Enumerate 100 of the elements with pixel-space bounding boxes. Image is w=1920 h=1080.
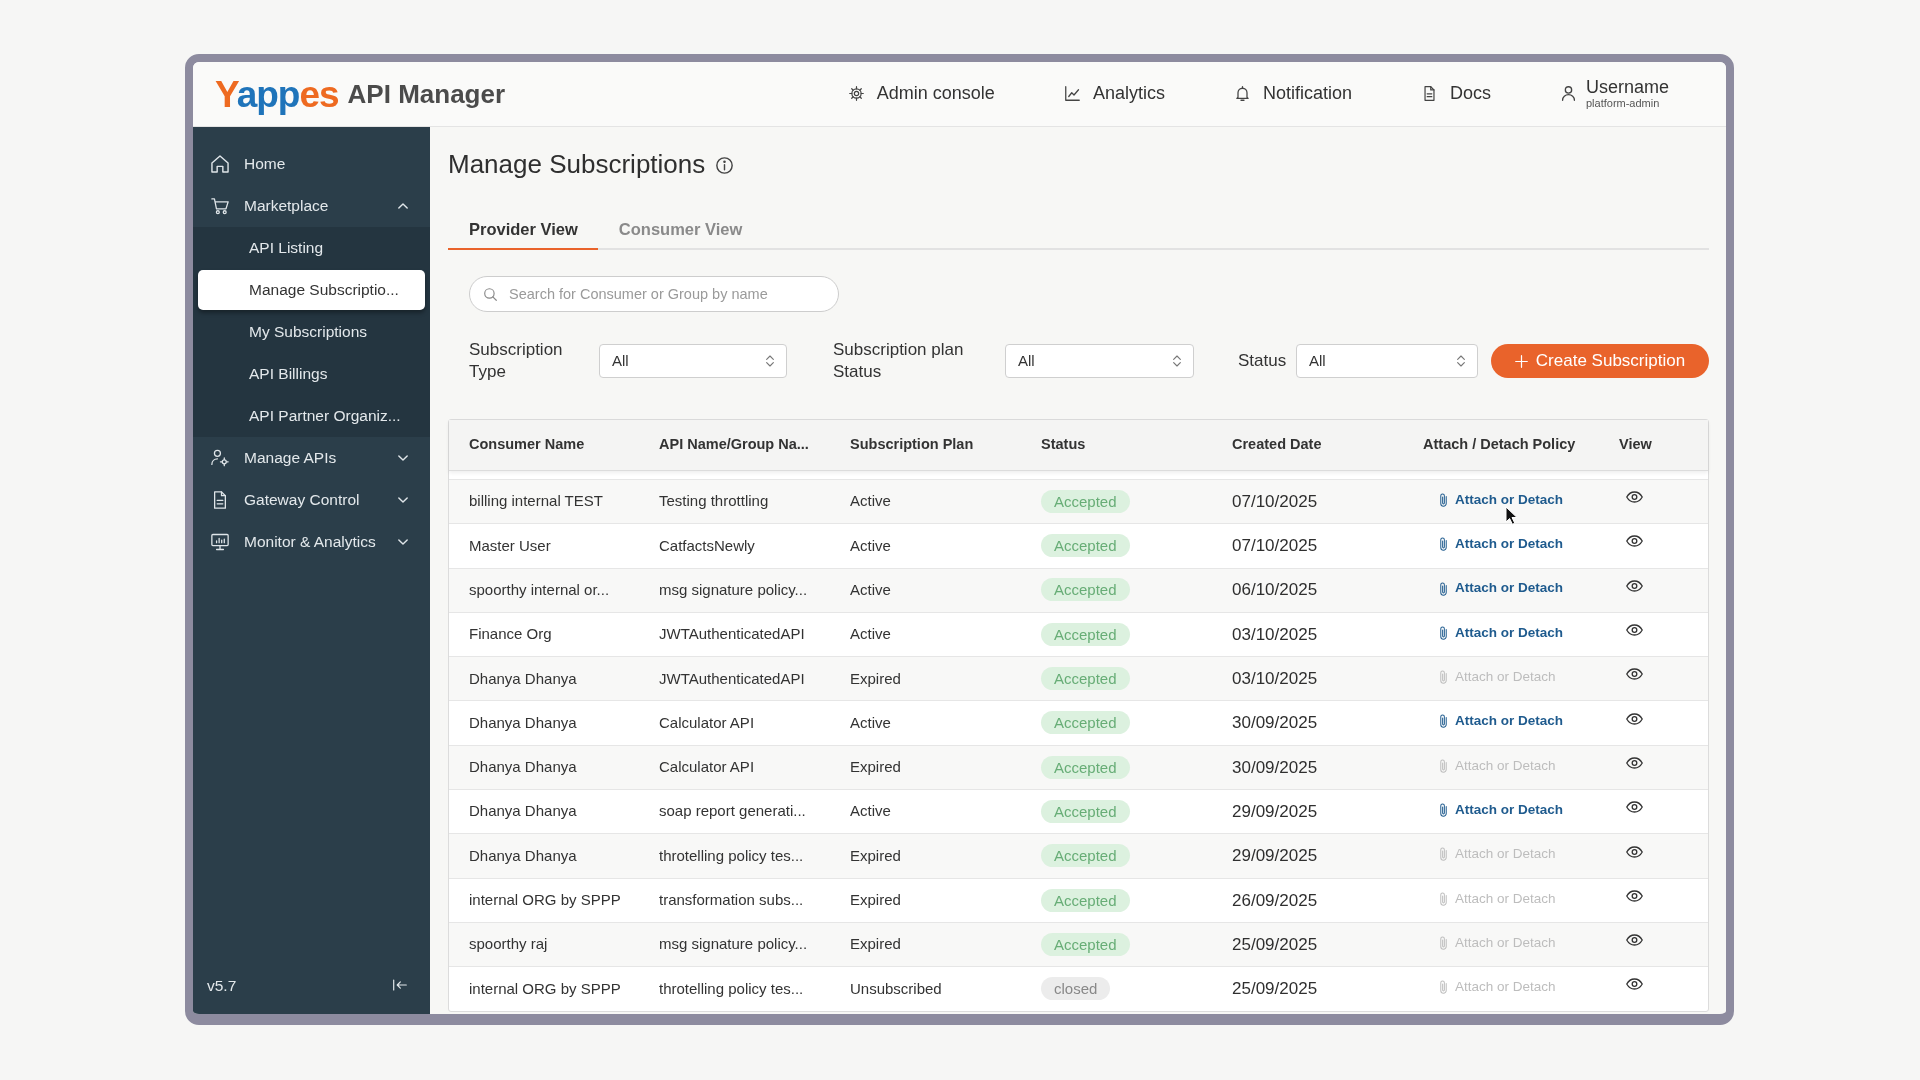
column-header: Attach / Detach Policy [1423,435,1577,455]
status-badge: Accepted [1041,667,1130,691]
table-cell-text: 07/10/2025 [1232,490,1319,513]
app-name: API Manager [347,77,506,111]
column-header: Status [1041,435,1087,455]
gear-icon [848,86,864,102]
paperclip-icon [1440,670,1447,685]
eye-icon[interactable] [1626,978,1643,991]
table-cell-text: soap report generati... [659,801,807,822]
paperclip-icon [1440,980,1447,995]
status-badge: Accepted [1041,489,1130,513]
attach-detach-link[interactable]: Attach or Detach [1440,711,1564,732]
sidebar-item[interactable]: Monitor & Analytics [193,521,430,563]
eye-icon[interactable] [1626,535,1643,548]
attach-detach-link[interactable]: Attach or Detach [1440,489,1564,511]
table-cell-text: billing internal TEST [469,491,604,512]
attach-detach-link[interactable]: Attach or Detach [1440,578,1564,599]
plus-icon [1514,354,1528,368]
nav-link[interactable]: Analytics [1064,80,1165,108]
filter-label: Status [1238,350,1284,372]
nav-link[interactable]: Admin console [848,80,995,108]
sidebar-item[interactable]: Manage APIs [193,437,430,479]
nav-link[interactable]: Docs [1421,80,1491,108]
status-badge: Accepted [1041,799,1130,823]
column-header: Created Date [1232,435,1323,455]
paperclip-icon [1440,625,1447,640]
sidebar-subitem[interactable]: Manage Subscriptio... [198,270,425,310]
filter-select[interactable]: All [1296,344,1478,378]
paperclip-icon [1440,714,1447,729]
attach-detach-link[interactable]: Attach or Detach [1440,534,1564,555]
user-icon [1560,86,1576,102]
table-cell-text: Dhanya Dhanya [469,668,578,689]
up-down-chevron-icon [1173,355,1181,367]
table-cell-text: Expired [850,890,902,911]
sidebar-subitem[interactable]: API Billings [193,353,430,395]
table-cell-text: Dhanya Dhanya [469,845,578,866]
table-cell-text: 25/09/2025 [1232,933,1319,956]
status-badge: Accepted [1041,755,1130,779]
eye-icon[interactable] [1626,668,1643,681]
eye-icon[interactable] [1626,624,1643,637]
sidebar-subitem[interactable]: API Listing [193,227,430,269]
paperclip-icon [1440,935,1447,950]
eye-icon[interactable] [1626,712,1643,725]
column-header: Consumer Name [469,435,586,455]
attach-detach-link[interactable]: Attach or Detach [1440,799,1564,821]
table-cell-text: 30/09/2025 [1232,712,1319,735]
sidebar-subitem[interactable]: API Partner Organiz... [193,395,430,437]
eye-icon[interactable] [1626,756,1643,769]
nav-link[interactable]: Notification [1234,80,1352,108]
table-cell-text: 03/10/2025 [1232,623,1319,646]
line-chart-icon [1064,86,1080,102]
eye-icon[interactable] [1626,579,1643,592]
table-cell-text: spoorthy internal or... [469,580,611,600]
sidebar-item[interactable]: Home [193,143,430,185]
user-menu[interactable]: Username platform-admin [1560,77,1669,111]
sidebar-subitem[interactable]: My Subscriptions [193,311,430,353]
eye-icon[interactable] [1626,889,1643,902]
eye-icon[interactable] [1626,491,1643,504]
table-cell-text: Dhanya Dhanya [469,757,578,778]
collapse-icon[interactable] [393,979,407,992]
attach-detach-link[interactable]: Attach or Detach [1440,622,1564,643]
table-cell-text: Calculator API [659,712,756,733]
paperclip-icon [1440,492,1447,507]
status-badge: Accepted [1041,622,1130,646]
paperclip-icon [1440,803,1447,818]
status-badge: Accepted [1041,534,1130,558]
table-cell-text: Dhanya Dhanya [469,712,578,733]
paperclip-icon [1440,891,1447,906]
status-badge: Accepted [1041,932,1130,956]
table-cell-text: Expired [850,934,902,955]
table-cell-text: spoorthy raj [469,934,549,955]
search-field[interactable]: Search for Consumer or Group by name [469,276,839,312]
table-cell-text: Active [850,801,892,822]
monitor-icon [211,533,229,551]
column-header: API Name/Group Na... [659,435,810,455]
table-cell-text: throtelling policy tes... [659,845,805,866]
filter-select[interactable]: All [599,344,787,378]
paperclip-icon [1440,758,1447,773]
cart-icon [211,197,229,215]
eye-icon[interactable] [1626,801,1643,814]
table-cell-text: JWTAuthenticatedAPI [659,668,806,689]
table-cell-text: CatfactsNewly [659,535,756,556]
table-cell-text: Finance Org [469,624,553,645]
eye-icon[interactable] [1626,845,1643,858]
table-cell-text: 29/09/2025 [1232,845,1319,868]
table-cell-text: Master User [469,535,552,556]
status-badge: closed [1041,977,1111,1001]
table-cell-text: 07/10/2025 [1232,535,1319,558]
sidebar-item[interactable]: Gateway Control [193,479,430,521]
filter-select[interactable]: All [1005,344,1194,378]
table-cell-text: 29/09/2025 [1232,800,1319,823]
paperclip-icon [1440,847,1447,862]
table-cell-text: 03/10/2025 [1232,668,1319,691]
eye-icon[interactable] [1626,934,1643,947]
table-cell-text: 30/09/2025 [1232,756,1319,779]
tab[interactable]: Provider View [448,212,598,250]
info-icon [716,157,734,174]
page-title: Manage Subscriptions [448,149,706,179]
table-cell-text: internal ORG by SPPP [469,978,622,999]
sidebar-item[interactable]: Marketplace [193,185,430,227]
